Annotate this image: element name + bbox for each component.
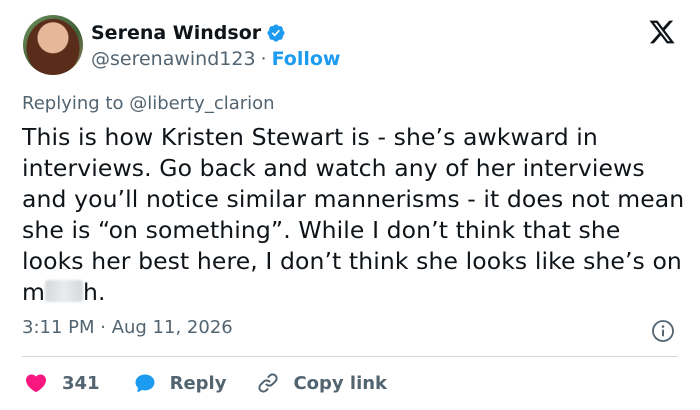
copy-link-button[interactable]: Copy link xyxy=(256,371,387,395)
censor-blur xyxy=(45,280,83,302)
tweet-timestamp[interactable]: 3:11 PM · Aug 11, 2026 xyxy=(22,317,233,338)
tweet-text: This is how Kristen Stewart is - she’s a… xyxy=(22,122,687,308)
reply-button[interactable]: Reply xyxy=(133,371,227,395)
replying-to-prefix: Replying to xyxy=(22,93,130,114)
author-handle-row: @serenawind123 · Follow xyxy=(91,46,341,72)
like-button[interactable]: 341 xyxy=(24,371,100,395)
reply-bubble-icon xyxy=(135,374,155,393)
author-handle[interactable]: @serenawind123 xyxy=(91,48,256,70)
tweet-text-main: This is how Kristen Stewart is - she’s a… xyxy=(22,123,685,306)
replying-to-line: Replying to @liberty_clarion xyxy=(22,93,275,114)
author-name-row: Serena Windsor xyxy=(91,20,286,46)
copy-link-label: Copy link xyxy=(293,372,388,394)
follow-button[interactable]: Follow xyxy=(272,48,341,70)
x-logo-icon[interactable] xyxy=(647,18,677,46)
tweet-card: Serena Windsor @serenawind123 · Follow R… xyxy=(0,0,700,410)
link-icon xyxy=(258,373,279,393)
heart-icon xyxy=(25,374,47,393)
like-count: 341 xyxy=(62,372,100,394)
divider xyxy=(22,356,678,357)
separator-dot: · xyxy=(260,48,267,70)
avatar[interactable] xyxy=(23,15,83,75)
reply-label: Reply xyxy=(169,372,227,394)
author-display-name[interactable]: Serena Windsor xyxy=(91,22,261,44)
info-icon[interactable] xyxy=(651,319,675,343)
verified-badge-icon xyxy=(267,24,285,42)
replying-to-mention[interactable]: @liberty_clarion xyxy=(129,93,274,114)
tweet-text-end: h. xyxy=(83,278,106,306)
action-bar: 341 Reply Copy link xyxy=(24,370,387,396)
